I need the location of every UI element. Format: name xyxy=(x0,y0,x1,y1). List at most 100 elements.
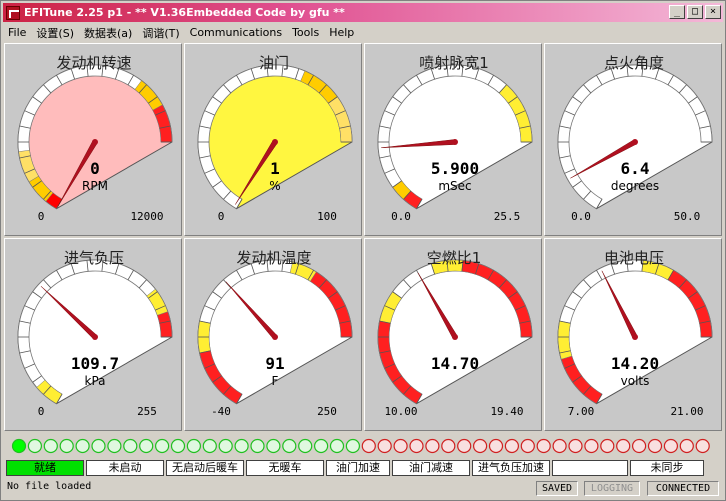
gauge-title: 点火角度 xyxy=(603,54,664,72)
status-decel: 油门减速 xyxy=(392,460,470,476)
connected-indicator: CONNECTED xyxy=(647,481,719,496)
led-red xyxy=(520,438,535,454)
gauge-clt[interactable]: 91 F -40 250 发动机温度 xyxy=(184,238,362,431)
led-red xyxy=(457,438,472,454)
gauge-value: 1 xyxy=(270,159,280,178)
gauge-title: 发动机转速 xyxy=(56,54,132,72)
led-green xyxy=(123,438,138,454)
gauge-unit: volts xyxy=(621,374,650,388)
gauge-rpm[interactable]: 0 RPM 0 12000 发动机转速 xyxy=(4,43,182,236)
status-afterstart: 无启动后暖车 xyxy=(166,460,244,476)
gauge-title: 空燃比1 xyxy=(426,249,482,267)
app-icon[interactable] xyxy=(6,5,20,20)
led-green xyxy=(298,438,313,454)
gauge-value: 14.20 xyxy=(611,354,659,373)
menu-tools[interactable]: Tools xyxy=(287,26,324,39)
gauge-title: 油门 xyxy=(258,54,289,72)
gauge-min-label: 0 xyxy=(38,405,45,418)
led-red xyxy=(552,438,567,454)
gauge-value: 5.900 xyxy=(431,159,479,178)
led-red xyxy=(663,438,679,454)
gauge-tps[interactable]: 1% 0 100 油门 xyxy=(184,43,362,236)
close-button[interactable]: × xyxy=(705,5,721,19)
menu-tables[interactable]: 数据表(a) xyxy=(79,25,137,41)
indicator-led-row xyxy=(11,438,710,454)
led-red xyxy=(568,438,583,454)
menu-file[interactable]: File xyxy=(3,26,31,39)
led-green xyxy=(91,438,106,454)
gauge-afr[interactable]: 14.70 10.00 19.40 空燃比1 xyxy=(364,238,542,431)
gauge-bat[interactable]: 14.20 volts 7.00 21.00 电池电压 xyxy=(544,238,722,431)
gauge-max-label: 100 xyxy=(317,210,337,223)
logging-indicator: LOGGING xyxy=(584,481,640,496)
led-red xyxy=(647,438,663,454)
status-map-accel: 进气负压加速 xyxy=(472,460,550,476)
led-red xyxy=(409,438,424,454)
gauge-title: 进气负压 xyxy=(63,249,124,267)
gauge-min-label: 10.00 xyxy=(384,405,417,418)
menu-communications[interactable]: Communications xyxy=(185,26,287,39)
led-red xyxy=(473,438,488,454)
gauge-title: 发动机温度 xyxy=(236,249,312,267)
gauge-max-label: 21.00 xyxy=(670,405,703,418)
menu-tuning[interactable]: 调谐(T) xyxy=(137,25,184,41)
title-bar[interactable]: EFITune 2.25 p1 - ** V1.36Embedded Code … xyxy=(3,3,723,22)
gauge-max-label: 19.40 xyxy=(490,405,523,418)
gauge-value: 0 xyxy=(90,159,100,178)
menu-bar: File 设置(S) 数据表(a) 调谐(T) Communications T… xyxy=(3,23,359,42)
gauge-map[interactable]: 109.7 kPa 0 255 进气负压 xyxy=(4,238,182,431)
gauge-pw[interactable]: 5.900 mSec 0.0 25.5 喷射脉宽1 xyxy=(364,43,542,236)
led-green xyxy=(282,438,297,454)
led-green xyxy=(155,438,170,454)
minimize-button[interactable]: _ xyxy=(669,5,685,19)
gauge-unit: degrees xyxy=(611,179,659,193)
led-red xyxy=(584,438,599,454)
status-empty xyxy=(552,460,628,476)
maximize-button[interactable]: □ xyxy=(687,5,703,19)
led-green xyxy=(75,438,90,454)
led-green xyxy=(234,438,249,454)
led-green xyxy=(250,438,265,454)
gauge-max-label: 25.5 xyxy=(494,210,521,223)
gauge-max-label: 12000 xyxy=(130,210,163,223)
gauge-max-label: 255 xyxy=(137,405,157,418)
gauge-hub xyxy=(452,334,458,340)
status-bar: No file loaded SAVED LOGGING CONNECTED xyxy=(4,479,724,499)
gauge-unit: F xyxy=(272,374,279,388)
gauge-min-label: 7.00 xyxy=(568,405,595,418)
gauge-max-label: 50.0 xyxy=(674,210,701,223)
led-green xyxy=(170,438,186,454)
gauge-hub xyxy=(632,334,638,340)
gauge-min-label: 0.0 xyxy=(571,210,591,223)
menu-help[interactable]: Help xyxy=(324,26,359,39)
status-running: 未启动 xyxy=(86,460,164,476)
led-green xyxy=(345,438,360,454)
led-green xyxy=(107,438,122,454)
gauge-value: 14.70 xyxy=(431,354,479,373)
led-red xyxy=(600,438,615,454)
gauge-adv[interactable]: 6.4 degrees 0.0 50.0 点火角度 xyxy=(544,43,722,236)
gauge-min-label: 0.0 xyxy=(391,210,411,223)
status-accel: 油门加速 xyxy=(326,460,390,476)
gauge-hub xyxy=(92,139,98,145)
gauge-panel: 0 RPM 0 12000 发动机转速 1% 0 100 油门 5.900 mSec 0.0 25.5 喷… xyxy=(4,43,724,431)
gauge-hub xyxy=(452,139,458,145)
led-red xyxy=(441,438,456,454)
led-green xyxy=(43,438,58,454)
gauge-max-label: 250 xyxy=(317,405,337,418)
led-green xyxy=(139,438,154,454)
gauge-unit: RPM xyxy=(82,179,108,193)
gauge-unit: mSec xyxy=(438,179,471,193)
status-indicator-row: 就绪 未启动 无启动后暖车 无暖车 油门加速 油门减速 进气负压加速 未同步 xyxy=(6,460,724,477)
gauge-unit: % xyxy=(269,179,280,193)
led-red xyxy=(679,438,694,454)
status-sync: 未同步 xyxy=(630,460,704,476)
menu-settings[interactable]: 设置(S) xyxy=(31,25,79,41)
led-red xyxy=(425,438,440,454)
gauge-min-label: -40 xyxy=(211,405,231,418)
status-warmup: 无暖车 xyxy=(246,460,324,476)
led-green xyxy=(11,438,27,454)
gauge-title: 喷射脉宽1 xyxy=(419,54,489,72)
led-red xyxy=(616,438,631,454)
file-status: No file loaded xyxy=(7,481,92,492)
